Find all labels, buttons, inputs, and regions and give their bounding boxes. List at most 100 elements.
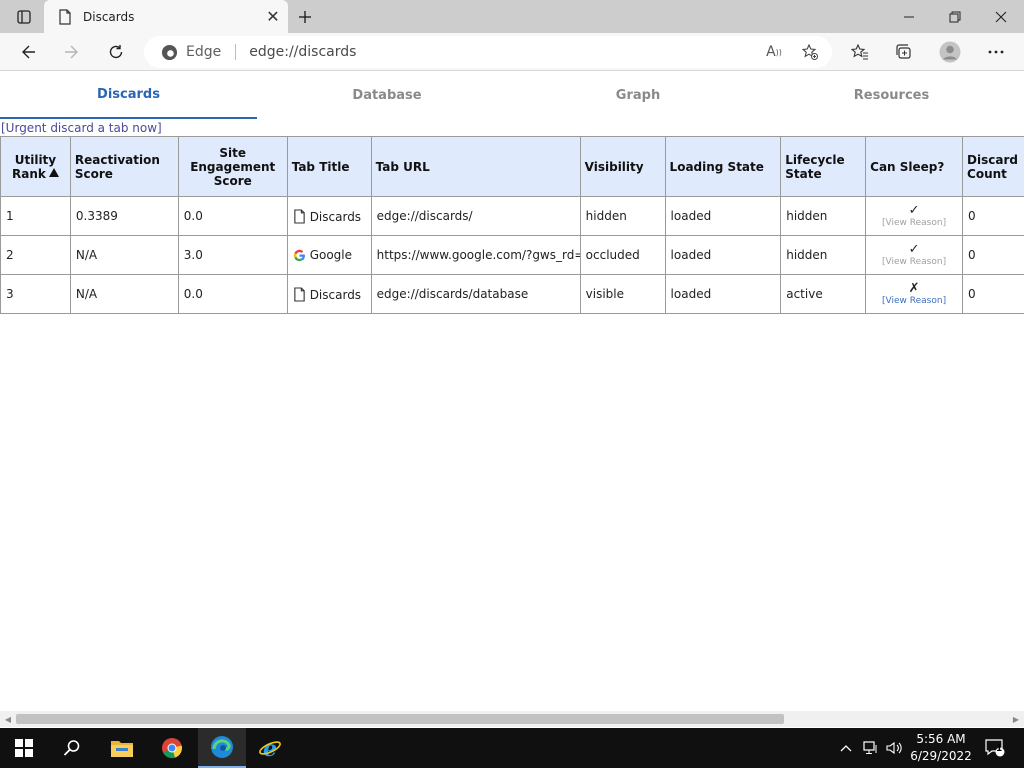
- tab-title-text: Google: [309, 248, 353, 262]
- address-url[interactable]: edge://discards: [249, 44, 356, 60]
- horizontal-scrollbar[interactable]: ◀ ▶: [0, 711, 1024, 727]
- cell-reactivation-score: 0.3389: [69, 196, 179, 236]
- table-row: 2 N/A 3.0 Google https://www.google.com/…: [0, 235, 1024, 275]
- cell-site-engagement-score: 0.0: [177, 196, 288, 236]
- tab-title: Discards: [83, 9, 135, 24]
- header-reactivation-score[interactable]: Reactivation Score: [69, 136, 179, 197]
- cell-tab-title: Discards: [286, 274, 372, 314]
- svg-text:e: e: [263, 736, 277, 760]
- view-reason-link[interactable]: [View Reason]: [871, 296, 957, 307]
- cell-utility-rank: 3: [0, 274, 71, 314]
- cell-discard-count: 0: [962, 274, 1024, 314]
- can-sleep-check-icon: ✓: [908, 202, 920, 218]
- read-aloud-icon[interactable]: A)): [760, 36, 788, 68]
- cell-reactivation-score: N/A: [69, 274, 179, 314]
- can-sleep-check-icon: ✓: [908, 241, 920, 257]
- cell-lifecycle-state: active: [780, 274, 867, 314]
- page-icon: [59, 8, 71, 25]
- cell-visibility: visible: [579, 274, 666, 314]
- view-reason-link[interactable]: [View Reason]: [871, 218, 957, 229]
- google-icon: [293, 249, 305, 262]
- cell-loading-state: loaded: [664, 196, 782, 236]
- tab-resources[interactable]: Resources: [759, 71, 1024, 119]
- cannot-sleep-cross-icon: ✗: [908, 280, 920, 296]
- clock-time: 5:56 AM: [916, 732, 966, 746]
- minimize-icon[interactable]: [886, 0, 932, 33]
- cell-discard-count: 0: [962, 196, 1024, 236]
- browser-toolbar: Edge edge://discards A)): [0, 33, 1024, 71]
- table-header-row: Utility Rank Reactivation Score Site Eng…: [0, 136, 1024, 197]
- tab-discards[interactable]: Discards: [0, 71, 257, 119]
- close-window-icon[interactable]: [978, 0, 1024, 33]
- cell-site-engagement-score: 0.0: [177, 274, 288, 314]
- profile-avatar[interactable]: [934, 36, 966, 68]
- clock-date: 6/29/2022: [910, 749, 972, 763]
- collections-icon[interactable]: [888, 36, 920, 68]
- cell-utility-rank: 2: [0, 235, 71, 275]
- cell-lifecycle-state: hidden: [780, 196, 867, 236]
- internet-explorer-icon[interactable]: e: [246, 728, 294, 768]
- header-tab-url[interactable]: Tab URL: [370, 136, 581, 197]
- restore-icon[interactable]: [932, 0, 978, 33]
- cell-visibility: hidden: [579, 196, 666, 236]
- address-label: Edge: [186, 44, 222, 60]
- cell-discard-count: 0: [962, 235, 1024, 275]
- header-site-engagement-score[interactable]: Site Engagement Score: [177, 136, 288, 197]
- more-options-icon[interactable]: [980, 36, 1012, 68]
- tab-database[interactable]: Database: [257, 71, 517, 119]
- browser-tab[interactable]: Discards ✕: [44, 0, 288, 33]
- header-discard-count[interactable]: Discard Count: [962, 136, 1024, 197]
- cell-reactivation-score: N/A: [69, 235, 179, 275]
- tab-strip: Discards ✕: [0, 0, 1024, 33]
- scrollbar-thumb[interactable]: [16, 714, 784, 724]
- header-visibility[interactable]: Visibility: [579, 136, 666, 197]
- tab-graph[interactable]: Graph: [517, 71, 759, 119]
- discards-table: Utility Rank Reactivation Score Site Eng…: [0, 136, 1024, 314]
- system-clock[interactable]: 5:56 AM 6/29/2022: [908, 731, 974, 765]
- header-lifecycle-state[interactable]: Lifecycle State: [780, 136, 867, 197]
- back-icon[interactable]: [12, 36, 44, 68]
- tab-title-text: Discards: [309, 287, 362, 302]
- add-favorite-icon[interactable]: [796, 36, 824, 68]
- header-tab-title[interactable]: Tab Title: [286, 136, 372, 197]
- tab-actions-icon[interactable]: [10, 0, 38, 33]
- cell-tab-title: Google: [286, 235, 372, 275]
- cell-can-sleep: ✓ [View Reason]: [865, 196, 964, 236]
- volume-icon[interactable]: [884, 728, 906, 768]
- search-icon[interactable]: [48, 728, 96, 768]
- file-explorer-icon[interactable]: [98, 728, 146, 768]
- cell-can-sleep: ✓ [View Reason]: [865, 235, 964, 275]
- scroll-right-icon[interactable]: ▶: [1008, 711, 1024, 727]
- chrome-icon[interactable]: [148, 728, 196, 768]
- address-separator: [235, 44, 237, 60]
- start-windows-icon[interactable]: [0, 728, 48, 768]
- taskbar: e 5:56 AM 6/29/2022 1: [0, 728, 1024, 768]
- cell-lifecycle-state: hidden: [780, 235, 867, 275]
- scroll-left-icon[interactable]: ◀: [0, 711, 16, 727]
- header-loading-state[interactable]: Loading State: [664, 136, 782, 197]
- notifications-icon[interactable]: 1: [980, 728, 1010, 768]
- address-bar[interactable]: Edge edge://discards A)): [144, 36, 832, 68]
- header-can-sleep[interactable]: Can Sleep?: [865, 136, 964, 197]
- cell-loading-state: loaded: [664, 274, 782, 314]
- cell-loading-state: loaded: [664, 235, 782, 275]
- new-tab-icon[interactable]: [292, 0, 318, 33]
- close-tab-icon[interactable]: ✕: [258, 7, 288, 26]
- page-icon: [293, 208, 305, 224]
- cell-tab-url: edge://discards/database: [370, 274, 581, 314]
- urgent-discard-link[interactable]: [Urgent discard a tab now]: [1, 121, 162, 135]
- edge-taskbar-icon[interactable]: [198, 728, 246, 768]
- cell-tab-url: https://www.google.com/?gws_rd=ssl: [370, 235, 581, 275]
- view-reason-link[interactable]: [View Reason]: [871, 257, 957, 268]
- favorites-icon[interactable]: [844, 36, 876, 68]
- header-utility-rank[interactable]: Utility Rank: [0, 136, 71, 197]
- forward-icon[interactable]: [56, 36, 88, 68]
- cell-tab-title: Discards: [286, 196, 372, 236]
- network-icon[interactable]: [860, 728, 882, 768]
- table-row: 1 0.3389 0.0 Discards edge://discards/ h…: [0, 196, 1024, 236]
- tab-title-text: Discards: [309, 209, 362, 224]
- refresh-icon[interactable]: [100, 36, 132, 68]
- cell-tab-url: edge://discards/: [370, 196, 581, 236]
- cell-can-sleep: ✗ [View Reason]: [865, 274, 964, 314]
- show-hidden-icons-icon[interactable]: [836, 728, 856, 768]
